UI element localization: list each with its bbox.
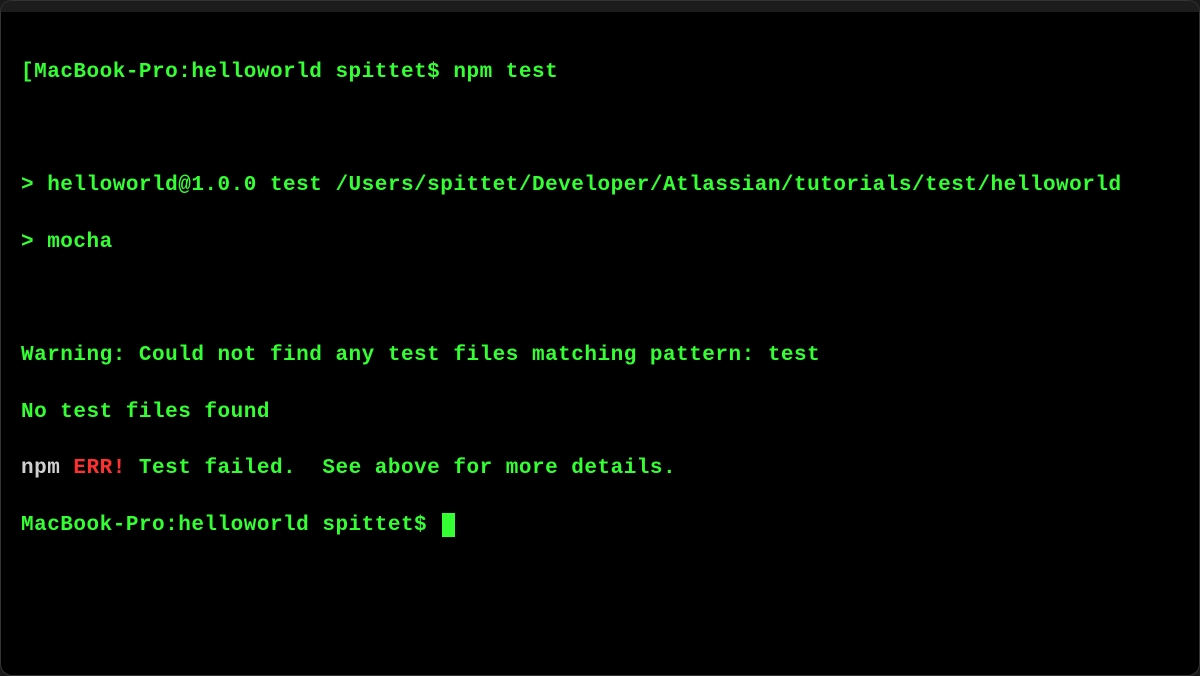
prompt-bracket: [: [21, 61, 34, 84]
terminal-window[interactable]: [MacBook-Pro:helloworld spittet$ npm tes…: [0, 0, 1200, 676]
cursor-icon: [442, 513, 455, 537]
err-message: Test failed. See above for more details.: [126, 457, 676, 480]
error-line: npm ERR! Test failed. See above for more…: [21, 455, 1179, 483]
prompt-line: MacBook-Pro:helloworld spittet$: [21, 512, 1179, 540]
command-text: npm test: [440, 61, 558, 84]
notest-output: No test files found: [21, 399, 1179, 427]
blank-line: [21, 286, 1179, 314]
npm-label: npm: [21, 457, 60, 480]
prompt-host: MacBook-Pro:helloworld spittet$: [34, 61, 440, 84]
warning-output: Warning: Could not find any test files m…: [21, 342, 1179, 370]
terminal-content[interactable]: [MacBook-Pro:helloworld spittet$ npm tes…: [1, 13, 1199, 615]
command-line: [MacBook-Pro:helloworld spittet$ npm tes…: [21, 59, 1179, 87]
prompt-ready: MacBook-Pro:helloworld spittet$: [21, 514, 440, 537]
err-label: ERR!: [60, 457, 126, 480]
script-output-2: > mocha: [21, 229, 1179, 257]
terminal-titlebar: [1, 1, 1199, 13]
script-output-1: > helloworld@1.0.0 test /Users/spittet/D…: [21, 172, 1179, 200]
blank-line: [21, 116, 1179, 144]
